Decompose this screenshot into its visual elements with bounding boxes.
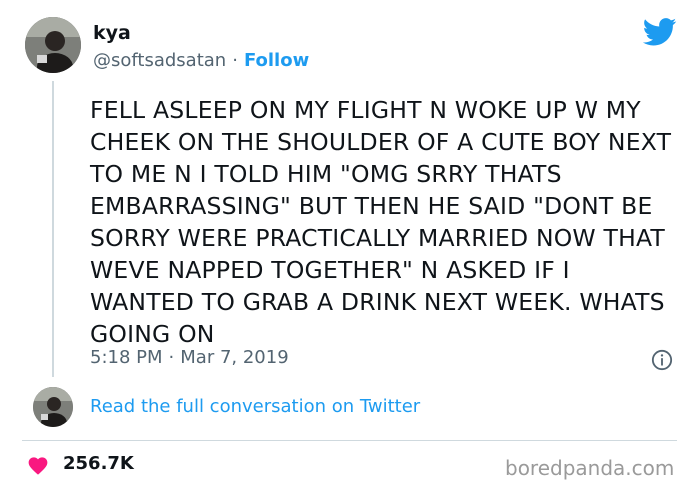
follow-button[interactable]: Follow [244, 50, 309, 71]
tweet-timestamp[interactable]: 5:18 PM · Mar 7, 2019 [90, 347, 289, 368]
avatar-image [25, 17, 81, 73]
avatar-image [33, 387, 73, 427]
twitter-bird-icon[interactable] [643, 18, 677, 46]
handle-separator: · [232, 50, 238, 71]
tweet-date: Mar 7, 2019 [180, 347, 289, 368]
author-handle-row: @softsadsatan · Follow [93, 50, 309, 71]
tweet-time: 5:18 PM [90, 347, 163, 368]
timestamp-separator: · [168, 347, 175, 368]
read-conversation-link[interactable]: Read the full conversation on Twitter [90, 396, 420, 417]
like-count: 256.7K [63, 453, 134, 474]
divider [22, 440, 677, 441]
author-display-name[interactable]: kya [93, 22, 131, 44]
watermark: boredpanda.com [505, 456, 675, 480]
tweet-text: FELL ASLEEP ON MY FLIGHT N WOKE UP W MY … [90, 96, 672, 348]
conversation-avatar[interactable] [33, 387, 73, 427]
author-handle[interactable]: @softsadsatan [93, 50, 226, 71]
thread-connector-line [52, 81, 54, 377]
info-icon[interactable] [651, 349, 673, 371]
author-avatar[interactable] [25, 17, 81, 73]
heart-icon[interactable] [27, 455, 49, 475]
